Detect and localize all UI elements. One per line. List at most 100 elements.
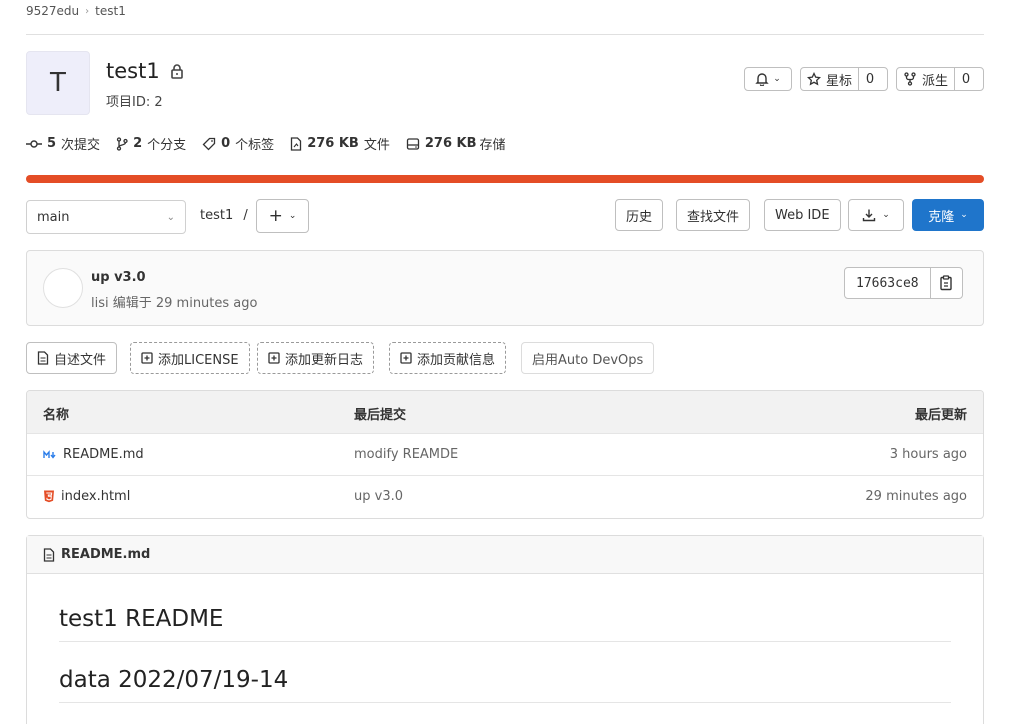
files-size: 276 KB (307, 136, 359, 151)
fork-icon (904, 72, 916, 86)
star-button[interactable]: 星标 0 (800, 67, 888, 91)
add-changelog-button[interactable]: 添加更新日志 (257, 342, 375, 374)
tags-label: 个标签 (235, 138, 275, 153)
bell-icon (755, 73, 769, 86)
branch-selector[interactable]: main ⌄ (26, 200, 186, 234)
branch-name: main (37, 209, 70, 225)
file-name-cell[interactable]: index.html (43, 489, 130, 504)
find-file-button[interactable]: 查找文件 (676, 199, 751, 231)
plus-square-icon (268, 352, 280, 364)
chevron-down-icon: ⌄ (960, 210, 968, 220)
file-commit[interactable]: modify REAMDE (354, 447, 458, 462)
file-size-icon (291, 136, 302, 151)
html5-icon (44, 490, 54, 503)
tags-count: 0 (221, 136, 231, 151)
readme-button[interactable]: 自述文件 (26, 342, 118, 374)
readme-filename[interactable]: README.md (61, 547, 150, 562)
commits-stat[interactable]: 5 次提交 (26, 134, 100, 153)
history-button[interactable]: 历史 (615, 199, 664, 231)
star-count[interactable]: 0 (859, 68, 881, 90)
star-label: 星标 (826, 73, 853, 89)
chevron-down-icon: ⌄ (773, 74, 781, 84)
repo-path: test1 / (200, 208, 248, 223)
tags-stat[interactable]: 0 个标签 (202, 134, 274, 153)
notification-button[interactable]: ⌄ (744, 67, 792, 91)
project-id: 项目ID: 2 (106, 95, 163, 110)
branches-count: 2 (133, 136, 143, 151)
add-changelog-label: 添加更新日志 (285, 352, 364, 368)
avatar-letter: T (50, 68, 66, 98)
breadcrumb-project[interactable]: test1 (95, 4, 126, 18)
readme-label: 自述文件 (54, 352, 107, 368)
file-name: README.md (63, 447, 144, 462)
storage-stat: 276 KB 存储 (406, 134, 506, 153)
plus-square-icon (400, 352, 412, 364)
chevron-right-icon: › (85, 5, 90, 17)
autodevops-label: 启用Auto DevOps (532, 352, 644, 368)
project-name: test1 (106, 59, 160, 83)
download-icon (863, 209, 876, 222)
plus-icon: + (268, 206, 283, 226)
project-stats: 5 次提交 2 个分支 0 个标签 276 KB 文件 276 KB 存储 (26, 134, 506, 153)
web-ide-button[interactable]: Web IDE (764, 199, 841, 231)
storage-icon (406, 137, 420, 150)
branches-stat[interactable]: 2 个分支 (116, 134, 186, 153)
download-button[interactable]: ⌄ (848, 199, 904, 231)
add-contributing-button[interactable]: 添加贡献信息 (389, 342, 507, 374)
file-updated: 3 hours ago (889, 447, 967, 462)
project-avatar[interactable]: T (26, 51, 90, 115)
path-separator: / (243, 208, 248, 223)
tag-icon (202, 137, 216, 150)
branches-label: 个分支 (147, 138, 187, 153)
add-dropdown-button[interactable]: + ⌄ (256, 199, 309, 233)
readme-heading: test1 README (59, 606, 951, 642)
commits-label: 次提交 (61, 138, 101, 153)
copy-sha-button[interactable] (931, 268, 962, 298)
enable-autodevops-button[interactable]: 启用Auto DevOps (521, 342, 655, 374)
table-row[interactable]: index.html up v3.0 29 minutes ago (27, 476, 983, 518)
file-commit[interactable]: up v3.0 (354, 489, 403, 504)
document-icon (37, 351, 49, 365)
commit-sha-group: 17663ce8 (844, 267, 963, 299)
file-table: 名称 最后提交 最后更新 README.md modify REAMDE 3 h… (26, 390, 984, 519)
commit-sha[interactable]: 17663ce8 (845, 268, 931, 298)
clipboard-icon (940, 275, 952, 291)
readme-panel: README.md test1 README data 2022/07/19-1… (26, 535, 984, 724)
last-commit-panel: up v3.0 lisi 编辑于 29 minutes ago 17663ce8 (26, 250, 984, 326)
path-root[interactable]: test1 (200, 208, 233, 223)
files-label: 文件 (363, 138, 390, 153)
fork-button[interactable]: 派生 0 (896, 67, 984, 91)
readme-header: README.md (27, 536, 983, 574)
author-avatar[interactable] (43, 268, 83, 308)
commit-meta: lisi 编辑于 29 minutes ago (91, 296, 258, 311)
markdown-icon (43, 449, 56, 459)
lock-icon (170, 64, 183, 79)
commit-title[interactable]: up v3.0 (91, 270, 146, 285)
divider (26, 34, 984, 35)
files-stat[interactable]: 276 KB 文件 (290, 134, 390, 153)
add-license-button[interactable]: 添加LICENSE (130, 342, 250, 374)
language-bar[interactable] (26, 175, 984, 183)
file-name-cell[interactable]: README.md (43, 447, 144, 462)
project-title: test1 (106, 59, 184, 83)
chevron-down-icon: ⌄ (166, 211, 175, 223)
chevron-down-icon: ⌄ (882, 210, 890, 220)
table-row[interactable]: README.md modify REAMDE 3 hours ago (27, 434, 983, 476)
header-last-update: 最后更新 (914, 408, 967, 423)
add-license-label: 添加LICENSE (158, 352, 239, 368)
clone-label: 克隆 (928, 209, 955, 225)
fork-label: 派生 (922, 73, 949, 89)
clone-button[interactable]: 克隆 ⌄ (912, 199, 984, 231)
file-name: index.html (61, 489, 131, 504)
fork-count[interactable]: 0 (955, 68, 977, 90)
breadcrumb: 9527edu › test1 (26, 4, 126, 18)
breadcrumb-group[interactable]: 9527edu (26, 4, 79, 18)
storage-size: 276 KB (424, 136, 477, 151)
header-last-commit: 最后提交 (354, 408, 407, 423)
document-icon (43, 547, 55, 562)
commit-icon (26, 139, 42, 148)
header-name: 名称 (43, 408, 70, 423)
branch-icon (116, 136, 128, 151)
add-contributing-label: 添加贡献信息 (417, 352, 496, 368)
storage-label: 存储 (479, 138, 506, 153)
